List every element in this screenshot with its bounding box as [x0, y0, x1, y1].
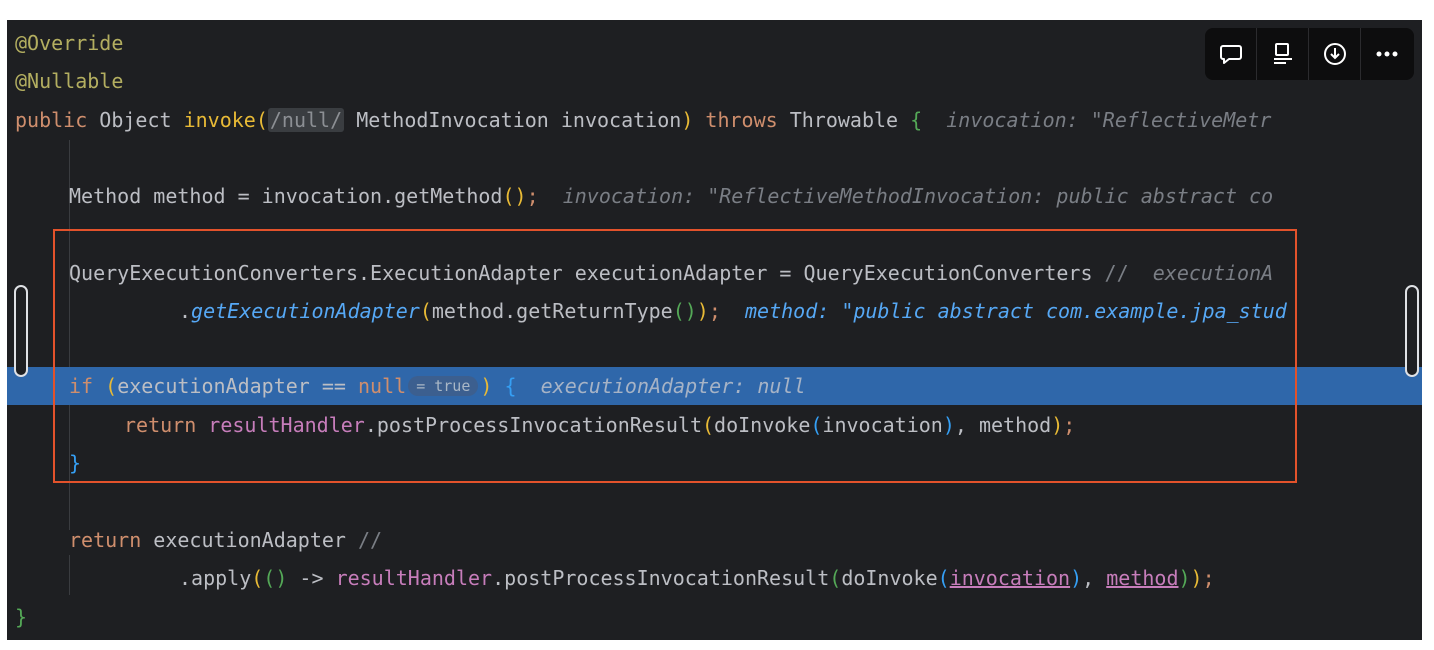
captured-method: method [1106, 566, 1179, 590]
comment-icon [1218, 41, 1244, 67]
code-line-8[interactable]: return resultHandler.postProcessInvocati… [7, 406, 1422, 444]
type-throwable: Throwable [789, 108, 899, 132]
method-assignment: Method method = invocation.getMethod(); … [69, 184, 1274, 208]
debug-value-hint: invocation: "ReflectiveMethodInvocation:… [562, 184, 1274, 208]
code-editor[interactable]: @Override @Nullable public Object invoke… [7, 20, 1422, 640]
keyword-return: return [69, 528, 142, 552]
adapter-call: .getExecutionAdapter(method.getReturnTyp… [179, 299, 1287, 323]
code-line-12[interactable]: } [7, 598, 1422, 636]
download-button[interactable] [1309, 28, 1361, 80]
close-brace: } [69, 451, 82, 475]
evaluation-badge: = true [408, 376, 479, 396]
more-button[interactable] [1361, 28, 1413, 80]
keyword-null: null [358, 374, 407, 398]
line-comment: // [1104, 261, 1129, 285]
code-line-3[interactable]: public Object invoke(/null/ MethodInvoca… [7, 101, 1422, 139]
field-resulthandler: resultHandler [335, 566, 493, 590]
return-statement: return resultHandler.postProcessInvocati… [124, 413, 1076, 437]
keyword-return: return [124, 413, 197, 437]
code-line-9[interactable]: } [7, 444, 1422, 482]
align-icon [1270, 41, 1296, 67]
open-brace: { [910, 108, 923, 132]
comment-button[interactable] [1205, 28, 1257, 80]
debug-value-hint: invocation: "ReflectiveMetr [946, 108, 1272, 132]
keyword-public: public [15, 108, 88, 132]
field-resulthandler: resultHandler [208, 413, 365, 437]
function-invoke: invoke [183, 108, 256, 132]
right-scroll-handle[interactable] [1405, 285, 1419, 377]
floating-toolbar [1205, 28, 1414, 80]
keyword-if: if [69, 374, 94, 398]
debug-value-hint: executionA [1152, 261, 1274, 285]
adapter-declaration: QueryExecutionConverters.ExecutionAdapte… [69, 261, 1274, 285]
function-getexecutionadapter: getExecutionAdapter [191, 299, 420, 323]
code-line-6[interactable]: .getExecutionAdapter(method.getReturnTyp… [7, 292, 1422, 330]
annotation-override: @Override [15, 31, 124, 55]
type-methodinvocation: MethodInvocation [356, 108, 549, 132]
type-object: Object [99, 108, 172, 132]
code-line-5[interactable]: QueryExecutionConverters.ExecutionAdapte… [7, 254, 1422, 292]
code-line-10[interactable]: return executionAdapter // [7, 521, 1422, 559]
method-close-brace: } [15, 605, 28, 629]
align-button[interactable] [1257, 28, 1309, 80]
keyword-throws: throws [705, 108, 778, 132]
param-invocation: invocation [560, 108, 682, 132]
captured-invocation: invocation [949, 566, 1071, 590]
line-comment: // [358, 528, 383, 552]
debug-value-hint: method: "public abstract com.example.jpa… [744, 299, 1287, 323]
nullability-inlay: /null/ [267, 108, 345, 132]
left-scroll-handle[interactable] [14, 285, 28, 377]
download-icon [1322, 41, 1348, 67]
method-signature: public Object invoke(/null/ MethodInvoca… [15, 108, 1272, 132]
annotation-nullable: @Nullable [15, 69, 124, 93]
code-line-11[interactable]: .apply(() -> resultHandler.postProcessIn… [7, 559, 1422, 597]
apply-call: .apply(() -> resultHandler.postProcessIn… [179, 566, 1215, 590]
code-line-7-current[interactable]: if (executionAdapter == null = true) { ex… [7, 367, 1422, 405]
final-return: return executionAdapter // [69, 528, 383, 552]
more-icon [1374, 41, 1400, 67]
code-line-4[interactable]: Method method = invocation.getMethod(); … [7, 177, 1422, 215]
if-condition: if (executionAdapter == null = true) { ex… [69, 374, 806, 398]
debug-value-hint: executionAdapter: null [540, 374, 806, 398]
